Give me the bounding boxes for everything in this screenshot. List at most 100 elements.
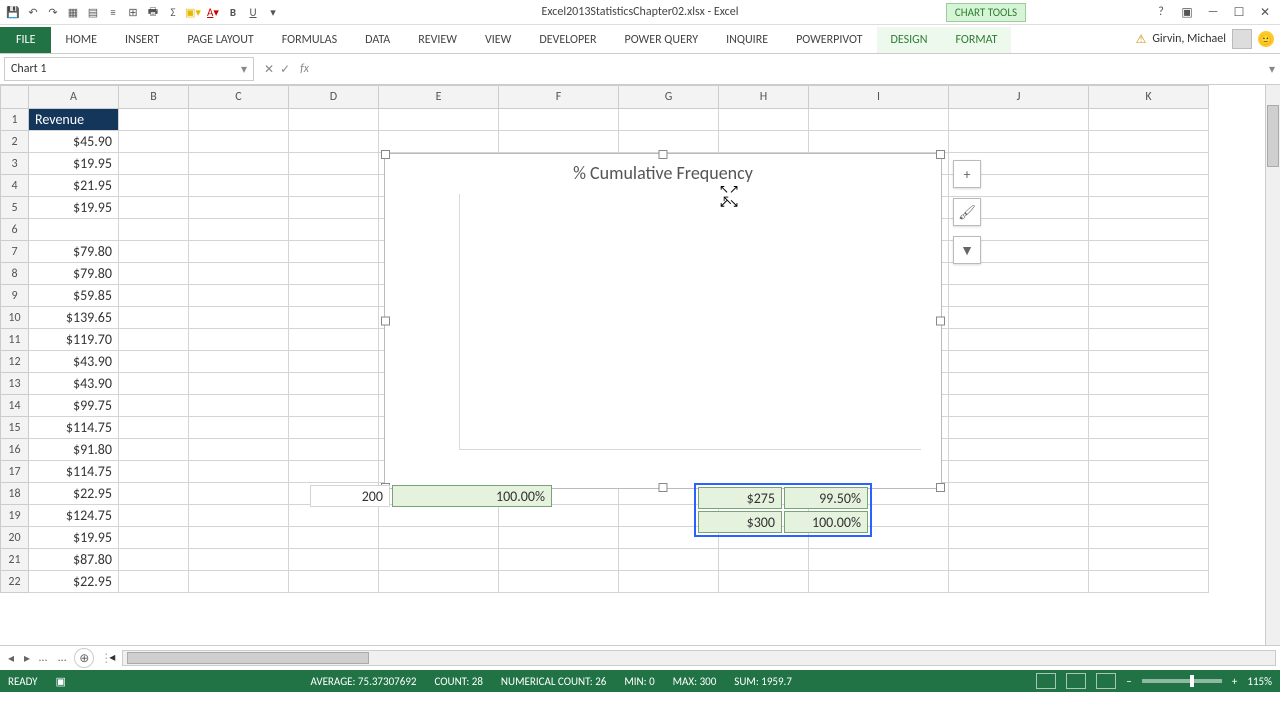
cell[interactable]	[1089, 351, 1209, 373]
cell[interactable]	[289, 197, 379, 219]
row-header[interactable]: 6	[1, 219, 29, 241]
cell[interactable]: $139.65	[29, 307, 119, 329]
cell[interactable]	[119, 109, 189, 131]
row-header[interactable]: 1	[1, 109, 29, 131]
cell[interactable]	[949, 263, 1089, 285]
horizontal-scrollbar[interactable]: ◂ ▸	[122, 650, 1276, 666]
cell[interactable]: Revenue	[29, 109, 119, 131]
cell[interactable]	[119, 219, 189, 241]
cell[interactable]	[1089, 439, 1209, 461]
underline-icon[interactable]: U	[244, 3, 262, 21]
row-header[interactable]: 13	[1, 373, 29, 395]
cell[interactable]	[499, 109, 619, 131]
cell[interactable]: $87.80	[29, 549, 119, 571]
minimize-icon[interactable]: —	[1202, 3, 1224, 21]
cell[interactable]	[949, 439, 1089, 461]
row-header[interactable]: 2	[1, 131, 29, 153]
column-header[interactable]: C	[189, 86, 289, 109]
cell[interactable]	[619, 549, 719, 571]
new-sheet-button[interactable]: ⊕	[74, 648, 94, 668]
cell[interactable]	[189, 527, 289, 549]
cell[interactable]	[119, 527, 189, 549]
cell[interactable]	[1089, 175, 1209, 197]
expand-formula-bar-icon[interactable]: ▾	[1264, 62, 1280, 77]
row-header[interactable]: 10	[1, 307, 29, 329]
cell[interactable]: $99.75	[29, 395, 119, 417]
row-header[interactable]: 21	[1, 549, 29, 571]
scroll-left-icon[interactable]: ◂	[109, 650, 115, 665]
tab-home[interactable]: HOME	[51, 27, 111, 53]
cell[interactable]	[809, 109, 949, 131]
cell[interactable]	[119, 307, 189, 329]
chart-styles-button[interactable]: 🖌	[953, 198, 981, 226]
cell[interactable]	[289, 351, 379, 373]
warning-icon[interactable]: ⚠	[1136, 32, 1147, 47]
cell[interactable]	[1089, 219, 1209, 241]
cell[interactable]	[719, 131, 809, 153]
cell[interactable]	[189, 351, 289, 373]
cell[interactable]	[379, 571, 499, 593]
cell[interactable]	[289, 307, 379, 329]
embedded-chart[interactable]: % Cumulative Frequency ↖↗↙↘ ↖ + 🖌 ▼	[384, 153, 942, 489]
cell[interactable]	[119, 417, 189, 439]
chart-plot-area[interactable]	[459, 194, 921, 450]
cell[interactable]	[119, 461, 189, 483]
row-header[interactable]: 3	[1, 153, 29, 175]
name-box-dropdown-icon[interactable]: ▾	[241, 62, 247, 77]
row-header[interactable]: 17	[1, 461, 29, 483]
cell[interactable]	[289, 549, 379, 571]
chart-resize-handle[interactable]	[659, 150, 668, 159]
cell[interactable]	[289, 109, 379, 131]
row-header[interactable]: 16	[1, 439, 29, 461]
cell[interactable]	[189, 153, 289, 175]
cell[interactable]	[189, 109, 289, 131]
row-header[interactable]: 5	[1, 197, 29, 219]
cell[interactable]	[1089, 527, 1209, 549]
save-icon[interactable]: 💾	[4, 3, 22, 21]
cell[interactable]	[189, 417, 289, 439]
cell[interactable]	[499, 527, 619, 549]
cell[interactable]	[289, 241, 379, 263]
cell[interactable]	[949, 109, 1089, 131]
row-header[interactable]: 19	[1, 505, 29, 527]
zoom-in-icon[interactable]: +	[1232, 675, 1237, 688]
tab-scroll-prev-icon[interactable]: ◂	[4, 651, 18, 666]
cell[interactable]	[289, 329, 379, 351]
cell[interactable]	[189, 505, 289, 527]
page-layout-view-icon[interactable]	[1066, 673, 1086, 689]
column-header[interactable]: A	[29, 86, 119, 109]
cell[interactable]	[619, 109, 719, 131]
cell[interactable]	[1089, 307, 1209, 329]
cell[interactable]: $114.75	[29, 461, 119, 483]
column-header[interactable]: J	[949, 86, 1089, 109]
tab-powerpivot[interactable]: POWERPIVOT	[782, 27, 876, 53]
fill-color-icon[interactable]: ▣▾	[184, 3, 202, 21]
cell[interactable]	[379, 109, 499, 131]
cell[interactable]	[949, 505, 1089, 527]
column-header[interactable]: F	[499, 86, 619, 109]
cell[interactable]	[719, 109, 809, 131]
column-header[interactable]: G	[619, 86, 719, 109]
cell[interactable]	[189, 373, 289, 395]
cell[interactable]: $22.95	[29, 571, 119, 593]
column-header[interactable]: H	[719, 86, 809, 109]
cell[interactable]: $124.75	[29, 505, 119, 527]
cell[interactable]	[1089, 461, 1209, 483]
cell[interactable]	[119, 329, 189, 351]
cell[interactable]	[1089, 153, 1209, 175]
cell[interactable]	[119, 439, 189, 461]
cell[interactable]	[189, 329, 289, 351]
column-header[interactable]: K	[1089, 86, 1209, 109]
zoom-slider[interactable]	[1142, 679, 1222, 683]
tab-developer[interactable]: DEVELOPER	[525, 27, 610, 53]
cell[interactable]	[289, 175, 379, 197]
cell[interactable]: $19.95	[29, 197, 119, 219]
feedback-smiley-icon[interactable]: 🙂	[1258, 31, 1274, 47]
cell[interactable]	[289, 395, 379, 417]
cell[interactable]	[289, 153, 379, 175]
cell[interactable]	[619, 571, 719, 593]
cell[interactable]: $43.90	[29, 351, 119, 373]
cell[interactable]	[119, 351, 189, 373]
row-header[interactable]: 12	[1, 351, 29, 373]
tab-more-icon[interactable]: …	[36, 651, 50, 666]
